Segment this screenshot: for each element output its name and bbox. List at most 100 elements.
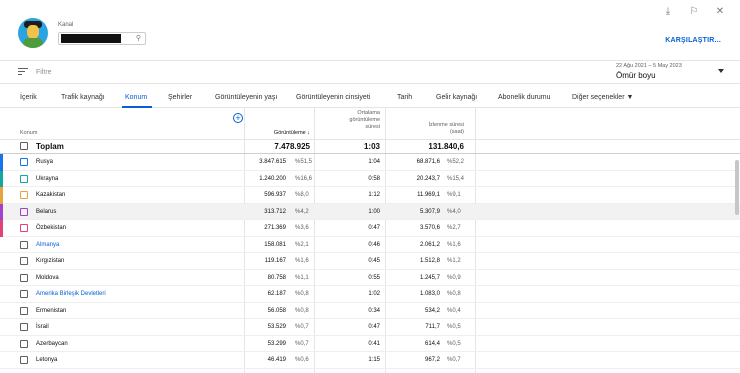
tab-subscription-status[interactable]: Abonelik durumu <box>498 94 551 101</box>
search-icon[interactable]: ⚲ <box>136 34 141 42</box>
views-value: 53.299 <box>267 340 286 347</box>
series-color-bar <box>0 319 3 336</box>
table-row[interactable]: Rusya 3.847.615 %51,5 1:04 68.871,6 %52,2 <box>0 154 740 171</box>
table-row[interactable]: Kırgızistan 119.167 %1,6 0:45 1.512,8 %1,2 <box>0 253 740 270</box>
views-value: 46.419 <box>267 357 286 363</box>
views-percent: %16,6 <box>295 175 313 182</box>
series-color-bar <box>0 237 3 254</box>
filter-input[interactable]: Filtre <box>36 69 52 76</box>
avg-duration-value: 0:45 <box>368 258 380 264</box>
location-name: Almanya <box>36 241 60 248</box>
views-percent: %1,1 <box>295 274 309 281</box>
row-checkbox[interactable] <box>20 339 28 348</box>
feedback-icon[interactable]: ⚐ <box>688 6 700 17</box>
watch-time-value: 534,2 <box>424 307 440 314</box>
column-avg-duration-line3: süresi <box>365 124 380 130</box>
views-percent: %51,5 <box>295 159 313 165</box>
add-column-icon[interactable]: + <box>233 113 243 123</box>
row-checkbox[interactable] <box>20 240 28 249</box>
avg-duration-value: 0:47 <box>368 324 380 330</box>
row-checkbox[interactable] <box>20 273 28 282</box>
filter-icon[interactable] <box>18 68 28 76</box>
column-location[interactable]: Konum <box>20 130 37 137</box>
close-icon[interactable]: ✕ <box>714 6 726 17</box>
row-checkbox[interactable] <box>20 158 28 166</box>
avatar[interactable] <box>18 18 48 48</box>
tab-date[interactable]: Tarih <box>397 94 412 101</box>
tab-cities[interactable]: Şehirler <box>168 94 192 101</box>
avg-duration-value: 1:00 <box>368 208 380 215</box>
table-row[interactable]: Almanya 158.081 %2,1 0:46 2.061,2 %1,6 <box>0 237 740 254</box>
column-avg-duration[interactable]: Ortalama görüntüleme süresi <box>330 110 380 131</box>
row-checkbox[interactable] <box>20 207 28 216</box>
table-row[interactable]: Letonya 46.419 %0,6 1:15 967,2 %0,7 <box>0 352 740 369</box>
views-percent: %0,8 <box>295 291 309 297</box>
watch-time-percent: %0,7 <box>447 357 461 363</box>
views-value: 313.712 <box>264 208 286 215</box>
watch-time-percent: %0,5 <box>447 340 461 347</box>
watch-time-percent: %0,8 <box>447 291 461 297</box>
table-row[interactable]: Özbekistan 271.369 %3,6 0:47 3.570,6 %2,7 <box>0 220 740 237</box>
avg-duration-value: 1:04 <box>368 159 380 165</box>
scrollbar[interactable] <box>735 160 739 215</box>
table-row[interactable]: Ukrayna 1.240.200 %16,6 0:58 20.243,7 %15,4 <box>0 170 740 187</box>
views-value: 119.167 <box>264 258 286 264</box>
series-color-bar <box>0 303 3 320</box>
table-row[interactable]: Ermenistan 56.058 %0,8 0:34 534,2 %0,4 <box>0 303 740 320</box>
watch-time-percent: %9,1 <box>447 192 461 198</box>
tab-content[interactable]: İçerik <box>20 94 37 101</box>
location-name: Özbekistan <box>36 225 67 231</box>
series-color-bar <box>0 203 3 220</box>
watch-time-value: 1.245,7 <box>419 274 440 281</box>
tab-viewer-gender[interactable]: Görüntüleyenin cinsiyeti <box>296 94 370 101</box>
watch-time-value: 967,2 <box>424 357 440 363</box>
channel-search-field[interactable]: ⚲ <box>58 31 146 45</box>
series-color-bar <box>0 154 3 171</box>
location-name: Rusya <box>36 159 54 165</box>
download-icon[interactable]: ⤓ <box>662 6 674 17</box>
column-watch-time[interactable]: İzlenme süresi (saat) <box>410 122 464 136</box>
compare-button[interactable]: KARŞILAŞTIR... <box>665 37 721 44</box>
row-checkbox[interactable] <box>20 323 28 331</box>
watch-time-value: 1.083,0 <box>419 291 440 297</box>
table-row[interactable]: İsrail 53.529 %0,7 0:47 711,7 %0,5 <box>0 319 740 336</box>
table-row[interactable]: Belarus 313.712 %4,2 1:00 5.307,9 %4,0 <box>0 203 740 220</box>
watch-time-percent: %15,4 <box>447 175 465 182</box>
watch-time-percent: %1,6 <box>447 241 461 248</box>
row-checkbox[interactable] <box>20 306 28 315</box>
row-checkbox[interactable] <box>20 290 28 298</box>
views-value: 596.937 <box>264 192 286 198</box>
row-checkbox[interactable] <box>20 174 28 183</box>
tab-more-options[interactable]: Diğer seçenekler ▼ <box>572 94 633 101</box>
location-name: Letonya <box>36 357 58 363</box>
views-percent: %0,8 <box>295 307 309 314</box>
row-checkbox[interactable] <box>20 191 28 199</box>
tab-traffic-source[interactable]: Trafik kaynağı <box>61 94 105 101</box>
avg-duration-value: 0:47 <box>368 225 380 231</box>
dropdown-arrow-icon[interactable] <box>718 69 724 73</box>
views-percent: %4,2 <box>295 208 309 215</box>
watch-time-percent: %4,0 <box>447 208 461 215</box>
location-name: Ukrayna <box>36 175 59 182</box>
watch-time-percent: %2,7 <box>447 225 461 231</box>
table-row[interactable]: Amerika Birleşik Devletleri 62.187 %0,8 1:0… <box>0 286 740 303</box>
series-color-bar <box>0 270 3 287</box>
row-checkbox[interactable] <box>20 224 28 232</box>
table-row[interactable]: Kazakistan 596.937 %8,0 1:12 11.969,1 %9,1 <box>0 187 740 204</box>
table-row[interactable]: Azerbaycan 53.299 %0,7 0:41 614,4 %0,5 <box>0 336 740 353</box>
views-percent: %0,7 <box>295 324 309 330</box>
row-checkbox[interactable] <box>20 356 28 364</box>
total-checkbox[interactable] <box>20 142 28 150</box>
views-value: 56.058 <box>267 307 286 314</box>
column-views[interactable]: Görüntüleme ↓ <box>240 130 310 137</box>
tab-revenue-source[interactable]: Gelir kaynağı <box>436 94 477 101</box>
row-checkbox[interactable] <box>20 257 28 265</box>
tab-location[interactable]: Konum <box>125 94 147 101</box>
tab-viewer-age[interactable]: Görüntüleyenin yaşı <box>215 94 277 101</box>
series-color-bar <box>0 336 3 353</box>
column-avg-duration-line1: Ortalama <box>357 110 380 116</box>
table-row[interactable]: Moldova 80.758 %1,1 0:55 1.245,7 %0,9 <box>0 270 740 287</box>
date-range-selector[interactable]: 22 Ağu 2021 – 5 May 2023 Ömür boyu <box>616 63 682 80</box>
series-color-bar <box>0 187 3 204</box>
location-name: Ermenistan <box>36 307 67 314</box>
